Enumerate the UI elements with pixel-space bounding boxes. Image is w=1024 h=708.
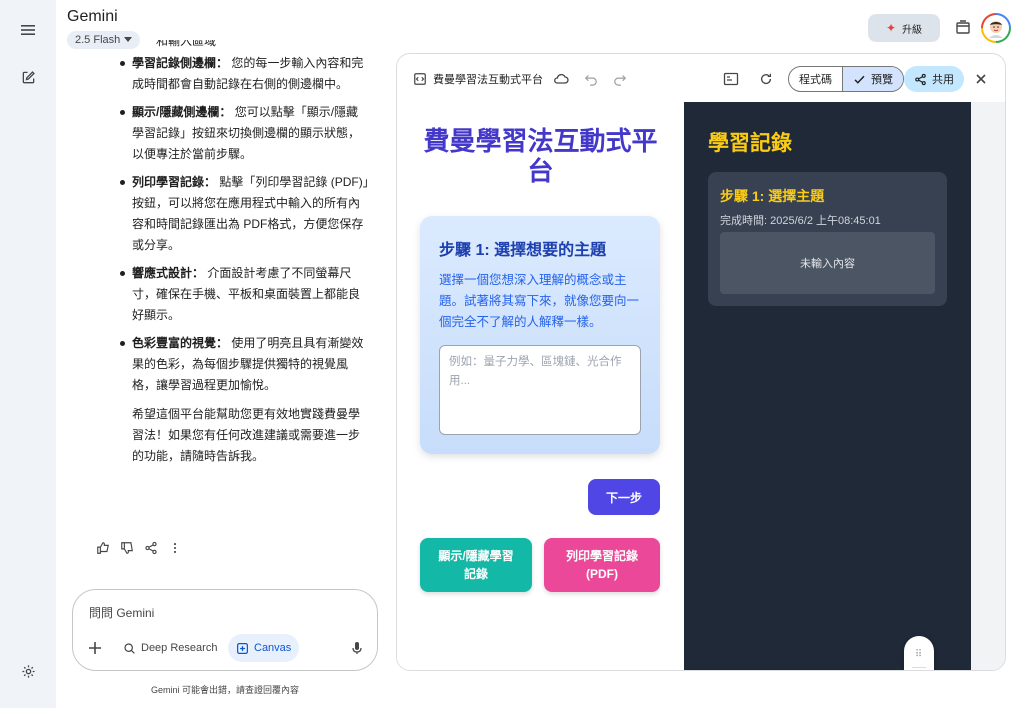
deep-research-label: Deep Research — [141, 642, 218, 654]
new-chat-icon[interactable] — [14, 63, 42, 91]
code-tab[interactable]: 程式碼 — [789, 67, 842, 91]
app-title: Gemini — [67, 8, 118, 25]
sparkle-icon: ✦ — [885, 21, 897, 35]
step-title: 步驟 1: 選擇想要的主題 — [439, 242, 607, 259]
share-label: 共用 — [932, 74, 954, 86]
main-content: 費曼學習法互動式平台 步驟 1: 選擇想要的主題 選擇一個您想深入理解的概念或主… — [397, 102, 684, 670]
canvas-label: Canvas — [254, 642, 292, 654]
upgrade-label: 升級 — [902, 24, 923, 36]
app-heading: 費曼學習法互動式平台 — [423, 126, 658, 186]
divider — [912, 667, 926, 668]
cloud-sync-icon[interactable] — [552, 70, 570, 88]
side-rail — [0, 0, 56, 708]
upgrade-button[interactable]: ✦ 升級 — [868, 14, 940, 42]
temporary-chat-icon[interactable] — [952, 16, 974, 38]
drag-handle-icon[interactable]: ⠿ — [904, 644, 934, 664]
check-icon — [854, 75, 865, 84]
deep-research-button[interactable]: Deep Research — [115, 634, 225, 662]
thumbs-down-icon[interactable] — [119, 540, 135, 556]
truncated-line: 和輸入區域 — [156, 40, 217, 48]
topic-textarea[interactable]: 例如：量子力學、區塊鏈、光合作用... — [439, 345, 641, 435]
list-item: 顯示/隱藏側邊欄： 您可以點擊「顯示/隱藏學習記錄」按鈕來切換側邊欄的顯示狀態，… — [100, 102, 370, 165]
log-entry-content: 未輸入內容 — [720, 232, 935, 294]
log-entry: 步驟 1: 選擇主題 完成時間: 2025/6/2 上午08:45:01 未輸入… — [708, 172, 947, 306]
floating-toolbar: ⠿ — [904, 636, 934, 670]
step-description: 選擇一個您想深入理解的概念或主題。試著將其寫下來，就像您要向一個完全不了解的人解… — [439, 273, 640, 329]
share-button[interactable]: 共用 — [904, 66, 964, 92]
app-preview: 費曼學習法互動式平台 步驟 1: 選擇想要的主題 選擇一個您想深入理解的概念或主… — [397, 102, 1005, 670]
menu-icon[interactable] — [14, 16, 42, 44]
response-actions — [95, 540, 183, 556]
refresh-icon[interactable] — [757, 70, 775, 88]
chat-transcript: 和輸入區域 學習記錄側邊欄： 您的每一步輸入內容和完成時間都會自動記錄在右側的側… — [100, 40, 370, 570]
step-card: 步驟 1: 選擇想要的主題 選擇一個您想深入理解的概念或主題。試著將其寫下來，就… — [420, 216, 660, 454]
learning-log-sidebar: 學習記錄 步驟 1: 選擇主題 完成時間: 2025/6/2 上午08:45:0… — [684, 102, 971, 670]
prompt-input[interactable]: 問問 Gemini — [89, 604, 154, 621]
code-tab-label: 程式碼 — [799, 74, 832, 86]
disclaimer: Gemini 可能會出錯，請查證回覆內容 — [150, 685, 299, 695]
canvas-button[interactable]: Canvas — [228, 634, 300, 662]
toggle-log-button[interactable]: 顯示/隱藏學習記錄 — [420, 538, 532, 592]
next-step-button[interactable]: 下一步 — [588, 479, 660, 515]
canvas-panel: 費曼學習法互動式平台 程式碼 預覽 共用 費曼學習法互動式平台 步驟 1: 選擇… — [396, 53, 1006, 671]
closing-paragraph: 希望這個平台能幫助您更有效地實踐費曼學習法！如果您有任何改進建議或需要進一步的功… — [132, 407, 361, 463]
close-icon[interactable] — [972, 70, 990, 88]
preview-scroll-area — [971, 102, 1005, 670]
list-item-title: 響應式設計： — [132, 266, 205, 280]
avatar[interactable] — [981, 13, 1011, 43]
more-options-icon[interactable] — [167, 540, 183, 556]
preview-tab-label: 預覽 — [871, 74, 893, 86]
user-face-icon — [989, 21, 1003, 38]
add-attachment-icon[interactable] — [87, 640, 103, 656]
preview-tab[interactable]: 預覽 — [842, 67, 903, 91]
deep-research-icon — [124, 642, 135, 654]
share-icon[interactable] — [143, 540, 159, 556]
list-item-title: 顯示/隱藏側邊欄： — [132, 105, 232, 119]
console-icon[interactable] — [722, 70, 740, 88]
list-item-title: 學習記錄側邊欄： — [132, 56, 229, 70]
list-item: 學習記錄側邊欄： 您的每一步輸入內容和完成時間都會自動記錄在右側的側邊欄中。 — [100, 53, 370, 95]
redo-icon[interactable] — [611, 70, 629, 88]
list-item: 列印學習記錄： 點擊「列印學習記錄 (PDF)」按鈕，可以將您在應用程式中輸入的… — [100, 172, 370, 256]
settings-gear-icon[interactable] — [14, 657, 42, 685]
share-icon — [915, 73, 926, 85]
microphone-icon[interactable] — [349, 640, 365, 656]
log-entry-step: 步驟 1: 選擇主題 — [720, 188, 825, 204]
undo-icon[interactable] — [582, 70, 600, 88]
list-item-title: 列印學習記錄： — [132, 175, 217, 189]
list-item: 色彩豐富的視覺： 使用了明亮且具有漸變效果的色彩，為每個步驟提供獨特的視覺風格，… — [100, 333, 370, 396]
view-toggle: 程式碼 預覽 — [788, 66, 904, 92]
log-title: 學習記錄 — [708, 132, 792, 155]
prompt-input-box[interactable]: 問問 Gemini Deep Research Canvas — [72, 589, 378, 671]
print-log-button[interactable]: 列印學習記錄 (PDF) — [544, 538, 660, 592]
log-entry-time: 完成時間: 2025/6/2 上午08:45:01 — [720, 215, 881, 227]
thumbs-up-icon[interactable] — [95, 540, 111, 556]
canvas-doc-title: 費曼學習法互動式平台 — [433, 74, 543, 86]
list-item: 響應式設計： 介面設計考慮了不同螢幕尺寸，確保在手機、平板和桌面裝置上都能良好顯… — [100, 263, 370, 326]
feature-list: 學習記錄側邊欄： 您的每一步輸入內容和完成時間都會自動記錄在右側的側邊欄中。 顯… — [100, 53, 370, 396]
canvas-toolbar: 費曼學習法互動式平台 程式碼 預覽 共用 — [397, 54, 1005, 104]
code-file-icon — [411, 70, 429, 88]
canvas-icon — [237, 642, 248, 654]
list-item-title: 色彩豐富的視覺： — [132, 336, 229, 350]
